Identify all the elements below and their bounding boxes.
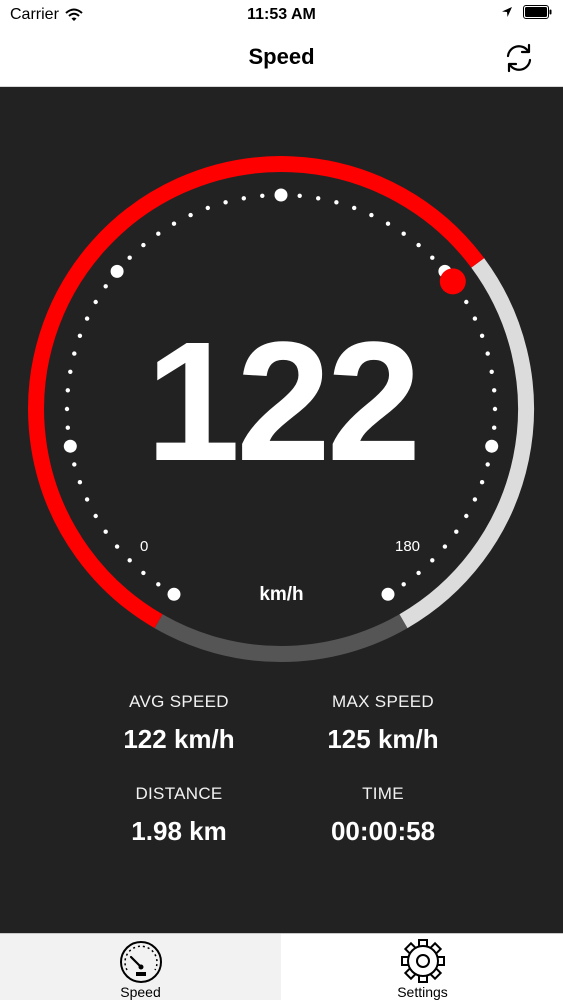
status-bar: Carrier 11:53 AM	[0, 0, 563, 30]
gauge-minor-tick	[454, 529, 459, 534]
gauge-minor-tick	[334, 200, 339, 205]
location-arrow-icon	[502, 7, 512, 17]
gauge-minor-tick	[127, 558, 132, 563]
gauge-minor-tick	[171, 221, 177, 226]
time-label: TIME	[362, 784, 404, 803]
gauge-minor-tick	[401, 231, 406, 236]
gauge-minor-tick	[188, 212, 193, 218]
tab-settings[interactable]: Settings	[282, 934, 563, 1000]
gauge-minor-tick	[260, 193, 265, 198]
time-stat: TIME 00:00:58	[273, 784, 493, 847]
gauge-minor-tick	[464, 513, 469, 519]
gauge-minor-tick	[464, 299, 469, 305]
avg-speed-value: 122 km/h	[123, 724, 235, 754]
speedometer-icon	[119, 941, 162, 983]
gear-icon	[400, 939, 445, 983]
gauge-minor-tick	[352, 205, 357, 211]
gauge-minor-tick	[416, 570, 421, 576]
distance-stat: DISTANCE 1.98 km	[69, 784, 289, 847]
gauge-minor-tick	[241, 196, 246, 201]
status-indicators	[501, 5, 553, 19]
max-speed-stat: MAX SPEED 125 km/h	[273, 692, 493, 755]
gauge-minor-tick	[84, 497, 90, 502]
gauge-minor-tick	[223, 200, 228, 205]
avg-speed-label: AVG SPEED	[129, 692, 229, 711]
gauge-major-tick	[274, 188, 288, 202]
gauge-minor-tick	[297, 193, 302, 198]
tab-speed-label: Speed	[120, 984, 161, 1000]
gauge-minor-tick	[93, 513, 98, 519]
status-time: 11:53 AM	[247, 6, 316, 23]
refresh-icon	[506, 43, 532, 73]
gauge-minor-tick	[141, 570, 146, 576]
gauge-minor-tick	[369, 212, 374, 218]
scale-max-label: 180	[395, 538, 421, 555]
gauge-minor-tick	[114, 544, 120, 549]
gauge-minor-tick	[103, 529, 108, 534]
gauge-major-tick	[110, 264, 124, 278]
tab-settings-label: Settings	[397, 984, 448, 1000]
gauge-minor-tick	[103, 284, 108, 289]
speedometer-panel: 122 0 180 km/h AVG SPEED 122 km/h MAX SP…	[0, 87, 563, 933]
navigation-bar: Speed	[0, 30, 563, 87]
refresh-button[interactable]	[499, 38, 539, 78]
gauge-minor-tick	[141, 242, 146, 248]
gauge-minor-tick	[416, 242, 421, 248]
distance-value: 1.98 km	[131, 816, 227, 846]
page-title: Speed	[248, 44, 315, 69]
time-value: 00:00:58	[330, 816, 436, 846]
current-speed: 122	[145, 307, 422, 497]
gauge-minor-tick	[156, 231, 161, 236]
max-speed-value: 125 km/h	[327, 724, 439, 754]
gauge-minor-tick	[430, 255, 435, 260]
battery-icon	[523, 5, 552, 19]
distance-label: DISTANCE	[135, 784, 223, 803]
gauge-minor-tick	[442, 544, 448, 549]
gauge-minor-tick	[472, 497, 478, 502]
gauge-minor-tick	[93, 299, 98, 305]
gauge-minor-tick	[316, 196, 321, 201]
gauge-bottom-arc	[154, 614, 408, 663]
gauge-needle-marker	[439, 268, 466, 295]
tab-bar: Speed Settings	[0, 933, 563, 1000]
max-speed-label: MAX SPEED	[332, 692, 434, 711]
scale-min-label: 0	[140, 538, 149, 555]
tab-speed[interactable]: Speed	[0, 934, 281, 1000]
avg-speed-stat: AVG SPEED 122 km/h	[69, 692, 289, 755]
gauge-minor-tick	[430, 558, 435, 563]
speed-unit: km/h	[259, 584, 304, 605]
gauge-minor-tick	[127, 255, 132, 260]
gauge-minor-tick	[385, 221, 391, 226]
gauge-minor-tick	[205, 205, 210, 211]
